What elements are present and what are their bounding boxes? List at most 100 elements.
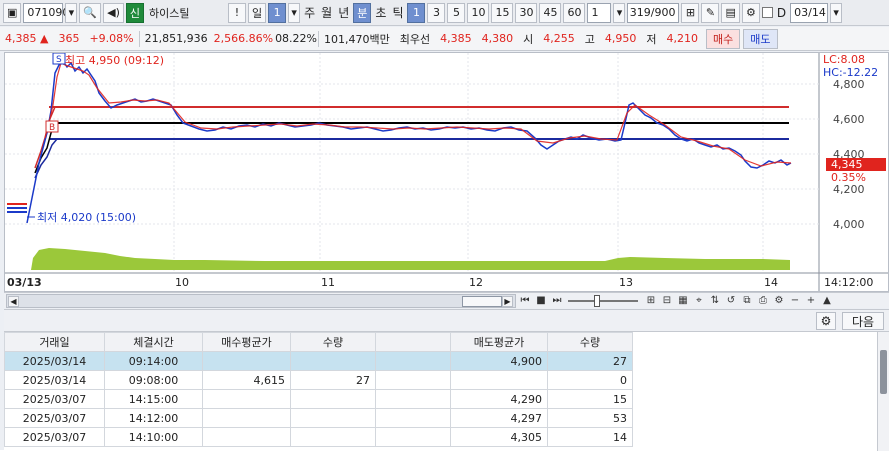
table-row[interactable]: 2025/03/14 09:08:00 4,615 27 0 bbox=[4, 370, 876, 390]
zoom-out-icon[interactable]: − bbox=[788, 294, 802, 308]
last-page-icon[interactable]: ⏭ bbox=[550, 294, 564, 308]
panel-toolbar: ⚙ 다음 bbox=[4, 310, 889, 332]
turnover: 08.22% bbox=[275, 32, 318, 45]
calendar-dropdown-icon[interactable]: ▾ bbox=[830, 2, 843, 23]
col-exec-time[interactable]: 체결시간 bbox=[104, 332, 203, 352]
cell-sell-qty: 0 bbox=[547, 370, 633, 390]
table-scroll-thumb[interactable] bbox=[880, 350, 887, 394]
cell-buy-qty bbox=[290, 427, 376, 447]
zoom-in-icon[interactable]: + bbox=[804, 294, 818, 308]
col-sell-avg[interactable]: 매도평균가 bbox=[450, 332, 548, 352]
indicator-list-icon[interactable]: ▦ bbox=[676, 294, 690, 308]
sell-button[interactable]: 매도 bbox=[743, 28, 778, 49]
search-icon[interactable]: 🔍 bbox=[79, 2, 102, 23]
interval-30[interactable]: 30 bbox=[515, 2, 538, 23]
date-check-label: D bbox=[776, 5, 787, 20]
period-day-button[interactable]: 일 bbox=[248, 2, 267, 23]
draw-tool-icon[interactable]: ✎ bbox=[701, 2, 720, 23]
gear-icon[interactable]: ⚙ bbox=[772, 294, 786, 308]
period-second[interactable]: 초 bbox=[373, 4, 388, 21]
col-buy-avg[interactable]: 매수평균가 bbox=[202, 332, 291, 352]
cell-sell-avg: 4,900 bbox=[450, 351, 548, 371]
layout-icon[interactable]: ▣ bbox=[3, 2, 22, 23]
zoom-knob[interactable] bbox=[594, 294, 600, 307]
count-input[interactable]: 1 bbox=[587, 2, 612, 23]
cell-buy-qty bbox=[290, 351, 376, 371]
date-input[interactable]: 03/14 bbox=[790, 2, 829, 23]
current-price-tag-text: 4,345 bbox=[831, 158, 863, 171]
buy-button[interactable]: 매수 bbox=[706, 28, 741, 49]
quote-bar: 4,385 ▲ 365 +9.08% 21,851,936 2,566.86% … bbox=[0, 27, 889, 51]
scroll-thumb[interactable] bbox=[462, 295, 502, 307]
compare-icon[interactable]: ⇅ bbox=[708, 294, 722, 308]
date-checkbox[interactable] bbox=[761, 7, 773, 18]
price-chart[interactable]: S B 최고 4,950 (09:12) 최저 4,020 (15:00) LC… bbox=[4, 52, 889, 292]
interval-15[interactable]: 15 bbox=[491, 2, 514, 23]
header-filler bbox=[632, 332, 876, 352]
toolbar: ▣ 071090 ▾ 🔍 ◀) 신 하이스틸 ! 일 1 ▾ 주 월 년 분 초… bbox=[0, 0, 889, 26]
best-quote-label: 최우선 bbox=[399, 32, 431, 46]
cell-sell-avg: 4,305 bbox=[450, 427, 548, 447]
low-price: 4,210 bbox=[666, 32, 699, 45]
period-dropdown-icon[interactable]: ▾ bbox=[288, 2, 301, 23]
cell-sell-avg: 4,297 bbox=[450, 408, 548, 428]
copy-icon[interactable]: ⧉ bbox=[740, 294, 754, 308]
table-scrollbar[interactable] bbox=[877, 332, 889, 451]
chart-control-strip: ◀ ▶ ⏮ ■ ⏭ ⊞ ⊟ ▦ ⌖ ⇅ ↺ ⧉ ⎙ ⚙ − + ▲ bbox=[4, 292, 889, 308]
save-icon[interactable]: ▤ bbox=[721, 2, 740, 23]
table-row[interactable]: 2025/03/07 14:12:00 4,297 53 bbox=[4, 408, 876, 428]
count-dropdown-icon[interactable]: ▾ bbox=[613, 2, 626, 23]
crosshair-icon[interactable]: ⌖ bbox=[692, 294, 706, 308]
layout-split-icon[interactable]: ⊞ bbox=[644, 294, 658, 308]
col-sell-qty[interactable]: 수량 bbox=[547, 332, 633, 352]
max-price-label: 최고 4,950 (09:12) bbox=[65, 54, 164, 67]
period-month[interactable]: 월 bbox=[319, 4, 334, 21]
interval-60[interactable]: 60 bbox=[563, 2, 586, 23]
table-header-row: 거래일 체결시간 매수평균가 수량 매도평균가 수량 bbox=[4, 332, 876, 352]
period-tick[interactable]: 틱 bbox=[390, 4, 405, 21]
print-icon[interactable]: ⎙ bbox=[756, 294, 770, 308]
indicator-icon[interactable]: ⊞ bbox=[681, 2, 700, 23]
y-tick-4800: 4,800 bbox=[833, 78, 865, 91]
stop-icon[interactable]: ■ bbox=[534, 294, 548, 308]
settings-gear-icon[interactable]: ⚙ bbox=[741, 2, 760, 23]
interval-5[interactable]: 5 bbox=[447, 2, 466, 23]
alert-button[interactable]: ! bbox=[228, 2, 246, 23]
scroll-left-icon[interactable]: ◀ bbox=[8, 295, 19, 307]
sound-icon[interactable]: ◀) bbox=[103, 2, 124, 23]
first-page-icon[interactable]: ⏮ bbox=[518, 294, 532, 308]
interval-45[interactable]: 45 bbox=[539, 2, 562, 23]
period-year[interactable]: 년 bbox=[336, 4, 351, 21]
period-minute-button[interactable]: 분 bbox=[353, 2, 372, 23]
cell-sell-qty: 14 bbox=[547, 427, 633, 447]
interval-3[interactable]: 3 bbox=[427, 2, 446, 23]
table-row[interactable]: 2025/03/14 09:14:00 4,900 27 bbox=[4, 351, 876, 371]
col-spacer bbox=[375, 332, 451, 352]
panel-settings-icon[interactable]: ⚙ bbox=[816, 312, 836, 330]
trading-window: ▣ 071090 ▾ 🔍 ◀) 신 하이스틸 ! 일 1 ▾ 주 월 년 분 초… bbox=[0, 0, 889, 451]
interval-1[interactable]: 1 bbox=[407, 2, 426, 23]
col-trade-date[interactable]: 거래일 bbox=[4, 332, 105, 352]
stock-code-input[interactable]: 071090 bbox=[23, 2, 69, 23]
layout-grid-icon[interactable]: ⊟ bbox=[660, 294, 674, 308]
chart-scrollbar[interactable]: ◀ ▶ bbox=[6, 293, 516, 308]
x-label-day13: 13 bbox=[619, 276, 633, 289]
reset-icon[interactable]: ↺ bbox=[724, 294, 738, 308]
table-row[interactable]: 2025/03/07 14:10:00 4,305 14 bbox=[4, 427, 876, 447]
period-week[interactable]: 주 bbox=[302, 4, 317, 21]
scroll-right-icon[interactable]: ▶ bbox=[502, 295, 513, 307]
buy-marker-label: B bbox=[49, 123, 55, 133]
code-dropdown-icon[interactable]: ▾ bbox=[65, 2, 78, 23]
table-row[interactable]: 2025/03/07 14:15:00 4,290 15 bbox=[4, 389, 876, 409]
volume: 21,851,936 bbox=[144, 32, 208, 45]
cell-date: 2025/03/14 bbox=[4, 370, 105, 390]
zoom-slider[interactable] bbox=[568, 294, 638, 307]
trade-table: 거래일 체결시간 매수평균가 수량 매도평균가 수량 2025/03/14 09… bbox=[4, 332, 876, 447]
expand-left-icon[interactable]: ▲ bbox=[820, 294, 834, 308]
next-button[interactable]: 다음 bbox=[842, 312, 884, 330]
col-buy-qty[interactable]: 수량 bbox=[290, 332, 376, 352]
price-change-pct: +9.08% bbox=[89, 32, 134, 45]
cell-buy-avg bbox=[202, 427, 291, 447]
period-value[interactable]: 1 bbox=[268, 2, 287, 23]
interval-10[interactable]: 10 bbox=[467, 2, 490, 23]
